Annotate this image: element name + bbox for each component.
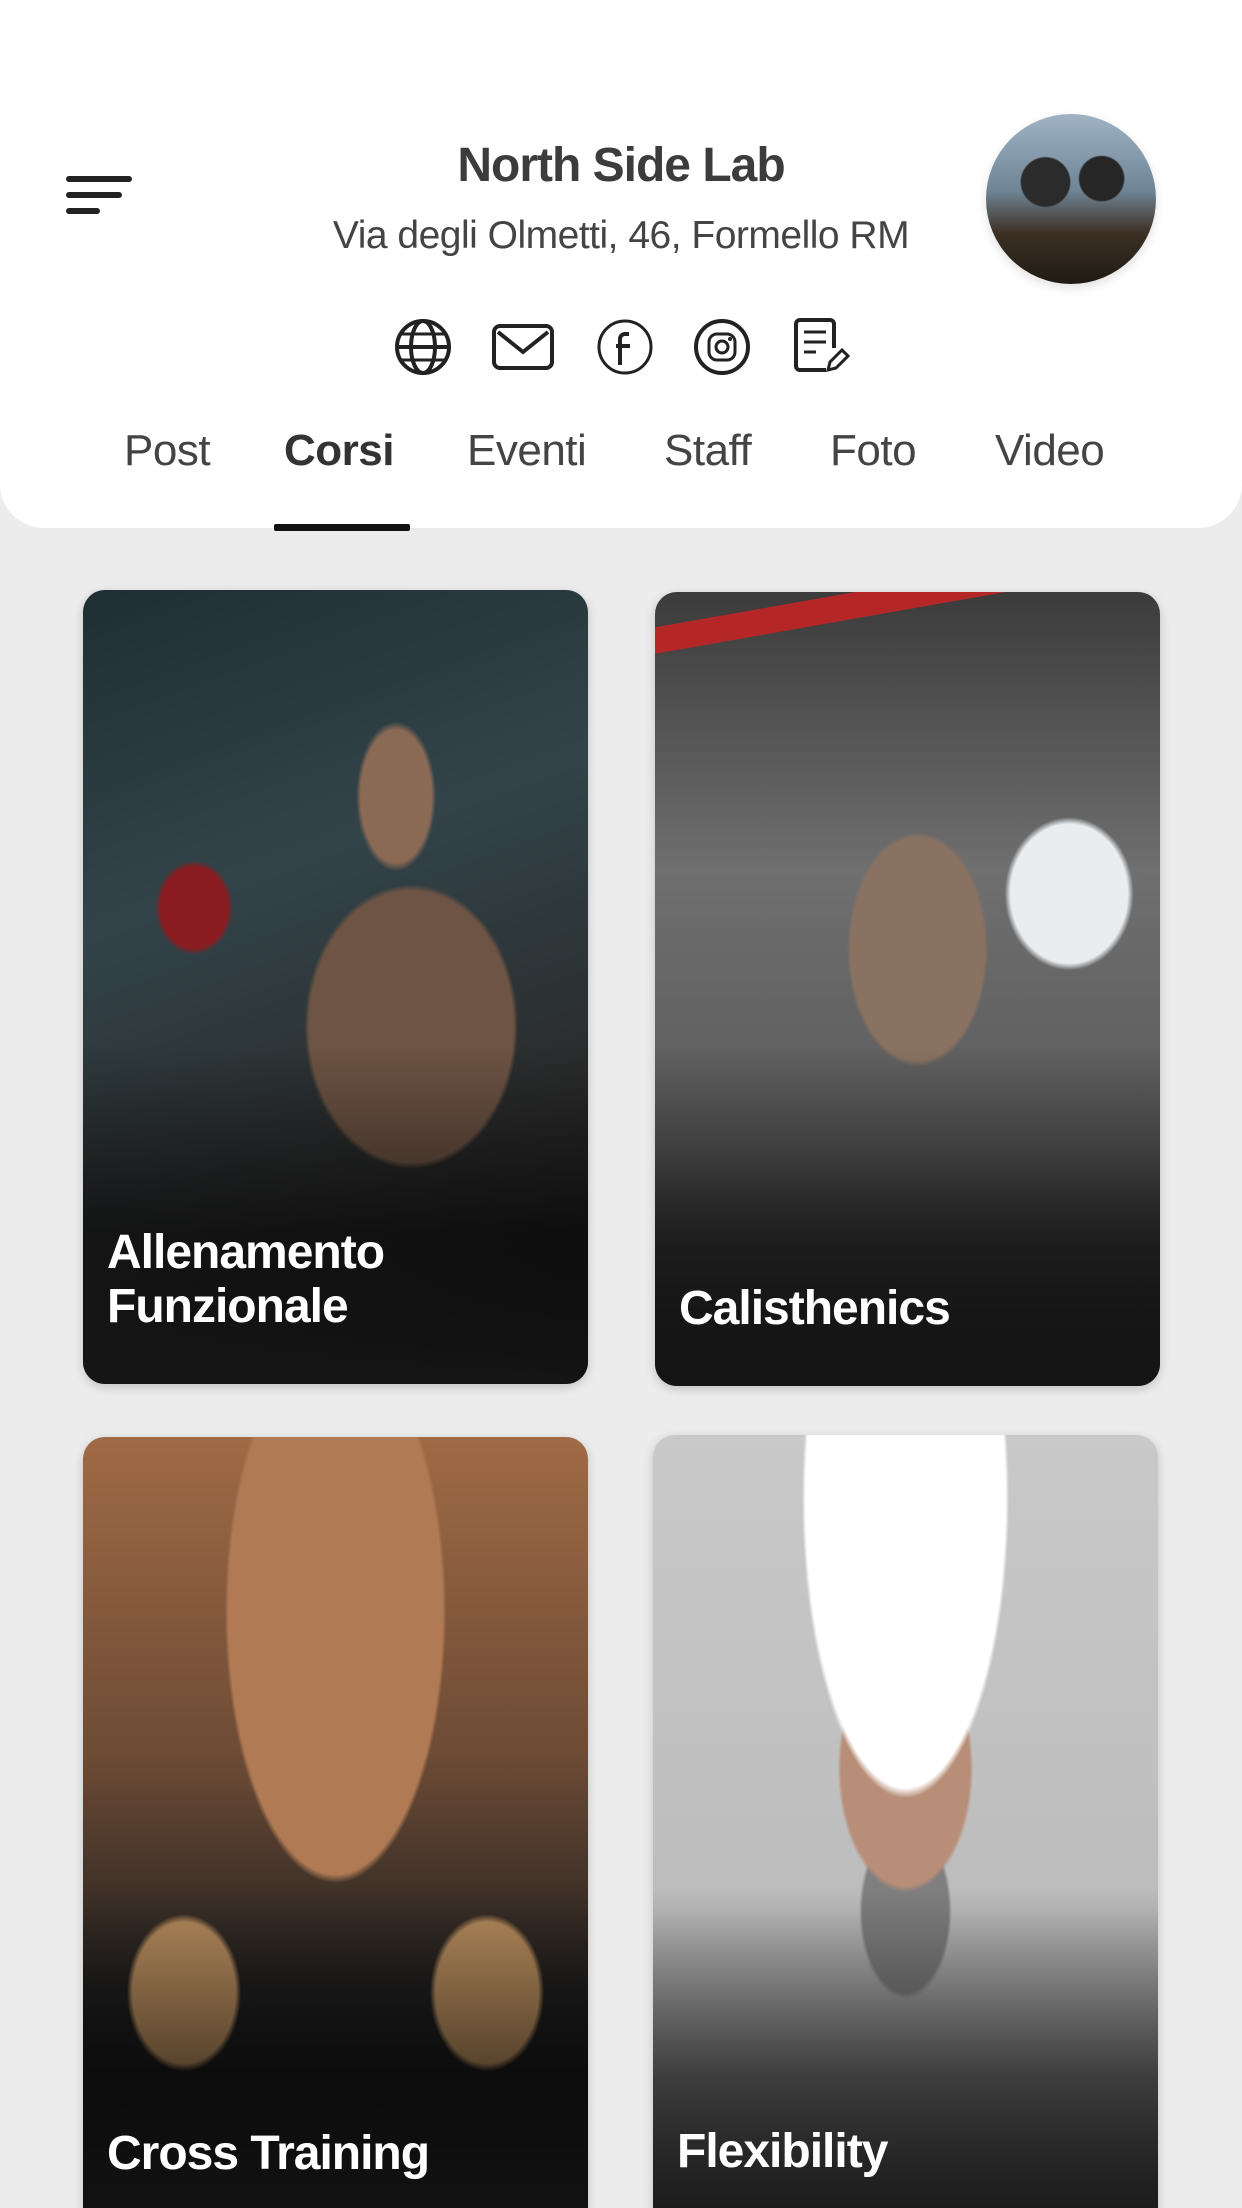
course-card-calisthenics[interactable]: Calisthenics bbox=[655, 592, 1160, 1386]
tab-bar: Post Corsi Eventi Staff Foto Video bbox=[0, 426, 1242, 526]
course-title: Calisthenics bbox=[679, 1282, 951, 1335]
mail-icon[interactable] bbox=[492, 316, 554, 378]
course-card-flexibility[interactable]: Flexibility bbox=[653, 1435, 1158, 2208]
course-title: Allenamento Funzionale bbox=[107, 1226, 385, 1333]
course-title: Cross Training bbox=[107, 2127, 430, 2180]
active-tab-indicator bbox=[274, 524, 410, 531]
tab-eventi[interactable]: Eventi bbox=[467, 426, 587, 476]
note-edit-icon[interactable] bbox=[788, 316, 851, 378]
course-title: Flexibility bbox=[677, 2125, 888, 2178]
profile-header: North Side Lab Via degli Olmetti, 46, Fo… bbox=[0, 0, 1242, 528]
avatar[interactable] bbox=[986, 114, 1156, 284]
tab-post[interactable]: Post bbox=[124, 426, 211, 476]
tab-staff[interactable]: Staff bbox=[664, 426, 752, 476]
course-card-allenamento-funzionale[interactable]: Allenamento Funzionale bbox=[83, 590, 588, 1384]
tab-video[interactable]: Video bbox=[995, 426, 1105, 476]
tab-foto[interactable]: Foto bbox=[830, 426, 917, 476]
instagram-icon[interactable] bbox=[691, 316, 753, 378]
screen: North Side Lab Via degli Olmetti, 46, Fo… bbox=[0, 0, 1242, 2208]
social-links bbox=[0, 316, 1242, 382]
facebook-icon[interactable] bbox=[594, 316, 656, 378]
globe-icon[interactable] bbox=[392, 316, 454, 378]
tab-corsi[interactable]: Corsi bbox=[284, 426, 394, 476]
course-card-cross-training[interactable]: Cross Training bbox=[83, 1437, 588, 2208]
